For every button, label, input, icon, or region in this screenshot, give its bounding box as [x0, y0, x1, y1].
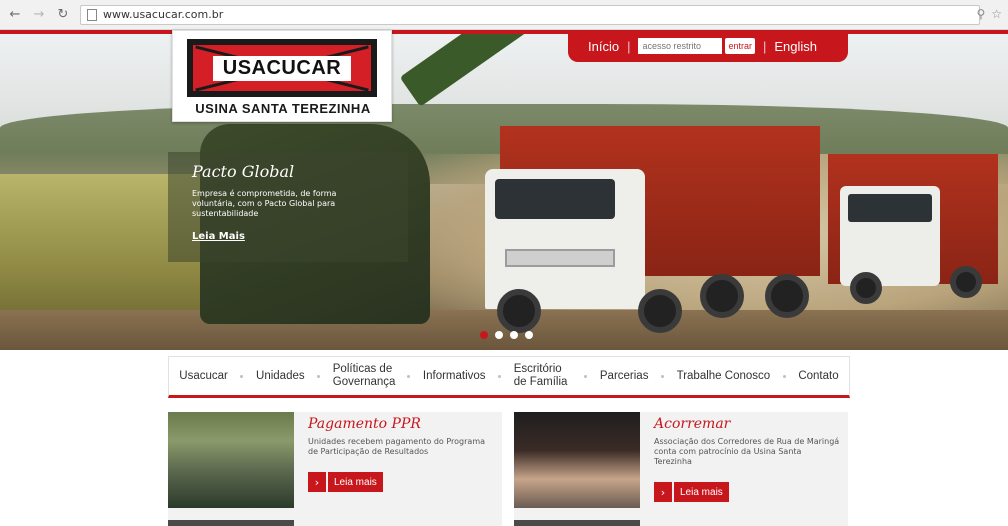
restricted-access-input[interactable]: [638, 38, 723, 54]
read-more-button[interactable]: › Leia mais: [654, 482, 729, 502]
site-logo[interactable]: USACUCAR USINA SANTA TEREZINHA: [172, 30, 392, 122]
read-more-label: Leia mais: [674, 482, 729, 502]
nav-separator: [498, 374, 502, 378]
next-news-image-edge: [168, 520, 294, 526]
carousel-dot[interactable]: [495, 331, 503, 339]
nav-separator: [661, 374, 665, 378]
news-title[interactable]: Pagamento PPR: [308, 416, 494, 432]
slide-title: Pacto Global: [192, 162, 295, 181]
nav-item-usacucar[interactable]: Usacucar: [179, 370, 228, 383]
hero-wheel: [850, 272, 882, 304]
chevron-right-icon: ›: [308, 472, 326, 492]
news-card-body: Acorremar Associação dos Corredores de R…: [654, 416, 840, 467]
logo-name: USACUCAR: [212, 55, 352, 81]
nav-item-contato[interactable]: Contato: [798, 370, 838, 383]
nav-item-trabalhe-conosco[interactable]: Trabalhe Conosco: [677, 370, 771, 383]
news-title[interactable]: Acorremar: [654, 416, 840, 432]
url-text: www.usacucar.com.br: [103, 8, 224, 21]
logo-red-field: USACUCAR: [193, 45, 371, 92]
address-bar[interactable]: www.usacucar.com.br: [80, 4, 980, 25]
separator: |: [762, 38, 767, 54]
hero-wheel: [765, 274, 809, 318]
news-card-body: Pagamento PPR Unidades recebem pagamento…: [308, 416, 494, 457]
main-navigation: Usacucar Unidades Políticas de Governanç…: [168, 356, 850, 398]
nav-item-unidades[interactable]: Unidades: [256, 370, 305, 383]
carousel-dot[interactable]: [510, 331, 518, 339]
hero-truck-grill: [505, 249, 615, 267]
news-text: Associação dos Corredores de Rua de Mari…: [654, 437, 840, 466]
english-link[interactable]: English: [774, 39, 817, 54]
page-icon: [87, 8, 97, 21]
hero-wheel: [950, 266, 982, 298]
news-image-acorremar[interactable]: [514, 412, 640, 508]
zoom-icon[interactable]: ⚲: [976, 7, 985, 21]
top-utility-bar: Início | entrar | English: [568, 30, 848, 62]
nav-separator: [407, 374, 411, 378]
star-icon[interactable]: ☆: [991, 7, 1002, 21]
read-more-button[interactable]: › Leia mais: [308, 472, 383, 492]
chevron-right-icon: ›: [654, 482, 672, 502]
logo-mark: USACUCAR: [187, 39, 377, 97]
enter-button[interactable]: entrar: [725, 38, 755, 54]
nav-item-escritorio[interactable]: Escritório de Família: [514, 363, 572, 389]
news-image-ppr[interactable]: [168, 412, 294, 508]
carousel-dots: [480, 331, 533, 339]
hero-wheel: [700, 274, 744, 318]
slide-caption: Pacto Global Empresa é comprometida, de …: [168, 152, 408, 262]
hero-truck-window: [495, 179, 615, 219]
hero-wheel: [638, 289, 682, 333]
news-card-ppr: Pagamento PPR Unidades recebem pagamento…: [168, 412, 502, 526]
browser-toolbar: ← → ↻ www.usacucar.com.br ⚲ ☆: [0, 0, 1008, 30]
hero-truck2-window: [848, 194, 932, 222]
forward-icon[interactable]: →: [30, 6, 48, 24]
read-more-label: Leia mais: [328, 472, 383, 492]
nav-item-politicas[interactable]: Políticas de Governança: [333, 363, 396, 389]
nav-separator: [782, 374, 786, 378]
home-link[interactable]: Início: [588, 39, 619, 54]
next-news-image-edge: [514, 520, 640, 526]
news-card-acorremar: Acorremar Associação dos Corredores de R…: [514, 412, 848, 526]
reload-icon[interactable]: ↻: [54, 6, 72, 24]
hero-slider: [0, 34, 1008, 350]
nav-separator: [584, 374, 588, 378]
nav-separator: [240, 374, 244, 378]
hero-wheel: [497, 289, 541, 333]
nav-item-parcerias[interactable]: Parcerias: [600, 370, 649, 383]
carousel-dot[interactable]: [525, 331, 533, 339]
slide-read-more-link[interactable]: Leia Mais: [192, 231, 245, 242]
separator: |: [627, 38, 631, 54]
back-icon[interactable]: ←: [6, 6, 24, 24]
nav-item-informativos[interactable]: Informativos: [423, 370, 486, 383]
news-text: Unidades recebem pagamento do Programa d…: [308, 437, 486, 456]
nav-separator: [317, 374, 321, 378]
carousel-dot[interactable]: [480, 331, 488, 339]
logo-subtitle: USINA SANTA TEREZINHA: [195, 101, 371, 116]
slide-text: Empresa é comprometida, de forma voluntá…: [192, 189, 337, 218]
